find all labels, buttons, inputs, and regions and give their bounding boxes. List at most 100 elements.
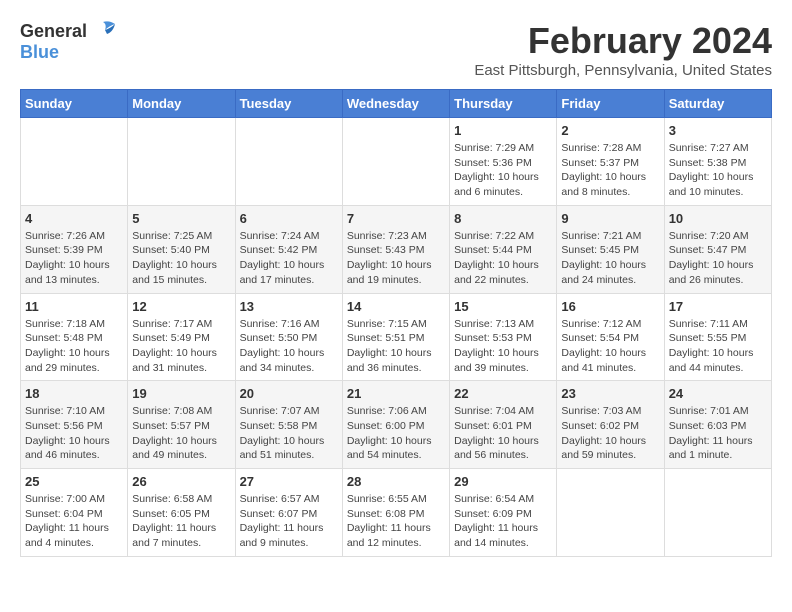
calendar-cell: 10 Sunrise: 7:20 AM Sunset: 5:47 PM Dayli… bbox=[664, 205, 771, 293]
day-number: 12 bbox=[132, 299, 230, 314]
calendar-cell: 3 Sunrise: 7:27 AM Sunset: 5:38 PM Daylig… bbox=[664, 118, 771, 206]
day-info: Sunrise: 7:23 AM Sunset: 5:43 PM Dayligh… bbox=[347, 229, 445, 288]
day-info: Sunrise: 7:11 AM Sunset: 5:55 PM Dayligh… bbox=[669, 317, 767, 376]
calendar-cell: 14 Sunrise: 7:15 AM Sunset: 5:51 PM Dayli… bbox=[342, 293, 449, 381]
calendar-cell: 25 Sunrise: 7:00 AM Sunset: 6:04 PM Dayli… bbox=[21, 469, 128, 557]
day-info: Sunrise: 7:27 AM Sunset: 5:38 PM Dayligh… bbox=[669, 141, 767, 200]
calendar-week-row: 1 Sunrise: 7:29 AM Sunset: 5:36 PM Daylig… bbox=[21, 118, 772, 206]
day-number: 26 bbox=[132, 474, 230, 489]
day-number: 13 bbox=[240, 299, 338, 314]
day-info: Sunrise: 7:00 AM Sunset: 6:04 PM Dayligh… bbox=[25, 492, 123, 551]
day-info: Sunrise: 7:06 AM Sunset: 6:00 PM Dayligh… bbox=[347, 404, 445, 463]
day-number: 24 bbox=[669, 386, 767, 401]
day-number: 10 bbox=[669, 211, 767, 226]
day-number: 22 bbox=[454, 386, 552, 401]
day-info: Sunrise: 7:26 AM Sunset: 5:39 PM Dayligh… bbox=[25, 229, 123, 288]
day-info: Sunrise: 6:57 AM Sunset: 6:07 PM Dayligh… bbox=[240, 492, 338, 551]
day-number: 4 bbox=[25, 211, 123, 226]
day-info: Sunrise: 7:18 AM Sunset: 5:48 PM Dayligh… bbox=[25, 317, 123, 376]
calendar-cell: 20 Sunrise: 7:07 AM Sunset: 5:58 PM Dayli… bbox=[235, 381, 342, 469]
logo-bird-icon bbox=[89, 20, 117, 42]
calendar-cell: 12 Sunrise: 7:17 AM Sunset: 5:49 PM Dayli… bbox=[128, 293, 235, 381]
day-info: Sunrise: 7:24 AM Sunset: 5:42 PM Dayligh… bbox=[240, 229, 338, 288]
location-title: East Pittsburgh, Pennsylvania, United St… bbox=[474, 62, 772, 79]
calendar-cell: 9 Sunrise: 7:21 AM Sunset: 5:45 PM Daylig… bbox=[557, 205, 664, 293]
calendar-cell: 11Sunrise: 7:18 AM Sunset: 5:48 PM Dayli… bbox=[21, 293, 128, 381]
logo-general-text: General bbox=[20, 21, 87, 42]
calendar-cell: 7 Sunrise: 7:23 AM Sunset: 5:43 PM Daylig… bbox=[342, 205, 449, 293]
day-info: Sunrise: 7:08 AM Sunset: 5:57 PM Dayligh… bbox=[132, 404, 230, 463]
calendar-cell: 1 Sunrise: 7:29 AM Sunset: 5:36 PM Daylig… bbox=[450, 118, 557, 206]
weekday-header-saturday: Saturday bbox=[664, 90, 771, 118]
day-number: 2 bbox=[561, 123, 659, 138]
day-info: Sunrise: 7:10 AM Sunset: 5:56 PM Dayligh… bbox=[25, 404, 123, 463]
day-info: Sunrise: 7:25 AM Sunset: 5:40 PM Dayligh… bbox=[132, 229, 230, 288]
day-info: Sunrise: 7:28 AM Sunset: 5:37 PM Dayligh… bbox=[561, 141, 659, 200]
day-info: Sunrise: 6:54 AM Sunset: 6:09 PM Dayligh… bbox=[454, 492, 552, 551]
day-info: Sunrise: 7:15 AM Sunset: 5:51 PM Dayligh… bbox=[347, 317, 445, 376]
day-number: 16 bbox=[561, 299, 659, 314]
calendar-week-row: 4 Sunrise: 7:26 AM Sunset: 5:39 PM Daylig… bbox=[21, 205, 772, 293]
day-number: 21 bbox=[347, 386, 445, 401]
weekday-header-sunday: Sunday bbox=[21, 90, 128, 118]
calendar-cell: 28 Sunrise: 6:55 AM Sunset: 6:08 PM Dayli… bbox=[342, 469, 449, 557]
weekday-header-thursday: Thursday bbox=[450, 90, 557, 118]
calendar-table: SundayMondayTuesdayWednesdayThursdayFrid… bbox=[20, 89, 772, 557]
day-number: 3 bbox=[669, 123, 767, 138]
day-number: 25 bbox=[25, 474, 123, 489]
calendar-cell: 16 Sunrise: 7:12 AM Sunset: 5:54 PM Dayli… bbox=[557, 293, 664, 381]
calendar-cell: 29 Sunrise: 6:54 AM Sunset: 6:09 PM Dayli… bbox=[450, 469, 557, 557]
calendar-cell: 8 Sunrise: 7:22 AM Sunset: 5:44 PM Daylig… bbox=[450, 205, 557, 293]
day-number: 19 bbox=[132, 386, 230, 401]
day-info: Sunrise: 7:04 AM Sunset: 6:01 PM Dayligh… bbox=[454, 404, 552, 463]
calendar-cell: 26 Sunrise: 6:58 AM Sunset: 6:05 PM Dayli… bbox=[128, 469, 235, 557]
weekday-header-row: SundayMondayTuesdayWednesdayThursdayFrid… bbox=[21, 90, 772, 118]
day-info: Sunrise: 7:12 AM Sunset: 5:54 PM Dayligh… bbox=[561, 317, 659, 376]
day-number: 29 bbox=[454, 474, 552, 489]
day-info: Sunrise: 6:55 AM Sunset: 6:08 PM Dayligh… bbox=[347, 492, 445, 551]
calendar-week-row: 18 Sunrise: 7:10 AM Sunset: 5:56 PM Dayli… bbox=[21, 381, 772, 469]
calendar-cell: 27Sunrise: 6:57 AM Sunset: 6:07 PM Dayli… bbox=[235, 469, 342, 557]
calendar-cell: 4 Sunrise: 7:26 AM Sunset: 5:39 PM Daylig… bbox=[21, 205, 128, 293]
calendar-cell: 13 Sunrise: 7:16 AM Sunset: 5:50 PM Dayli… bbox=[235, 293, 342, 381]
day-number: 5 bbox=[132, 211, 230, 226]
day-info: Sunrise: 7:07 AM Sunset: 5:58 PM Dayligh… bbox=[240, 404, 338, 463]
day-info: Sunrise: 7:22 AM Sunset: 5:44 PM Dayligh… bbox=[454, 229, 552, 288]
weekday-header-wednesday: Wednesday bbox=[342, 90, 449, 118]
day-number: 9 bbox=[561, 211, 659, 226]
day-number: 14 bbox=[347, 299, 445, 314]
calendar-cell: 6Sunrise: 7:24 AM Sunset: 5:42 PM Daylig… bbox=[235, 205, 342, 293]
logo-blue-text: Blue bbox=[20, 42, 59, 63]
calendar-week-row: 11Sunrise: 7:18 AM Sunset: 5:48 PM Dayli… bbox=[21, 293, 772, 381]
calendar-cell bbox=[664, 469, 771, 557]
calendar-cell: 17Sunrise: 7:11 AM Sunset: 5:55 PM Dayli… bbox=[664, 293, 771, 381]
day-number: 1 bbox=[454, 123, 552, 138]
calendar-cell: 18 Sunrise: 7:10 AM Sunset: 5:56 PM Dayli… bbox=[21, 381, 128, 469]
day-number: 23 bbox=[561, 386, 659, 401]
day-info: Sunrise: 7:13 AM Sunset: 5:53 PM Dayligh… bbox=[454, 317, 552, 376]
title-section: February 2024 East Pittsburgh, Pennsylva… bbox=[474, 20, 772, 79]
day-info: Sunrise: 6:58 AM Sunset: 6:05 PM Dayligh… bbox=[132, 492, 230, 551]
calendar-cell bbox=[235, 118, 342, 206]
calendar-week-row: 25 Sunrise: 7:00 AM Sunset: 6:04 PM Dayli… bbox=[21, 469, 772, 557]
day-info: Sunrise: 7:16 AM Sunset: 5:50 PM Dayligh… bbox=[240, 317, 338, 376]
logo: General Blue bbox=[20, 20, 117, 63]
calendar-cell bbox=[128, 118, 235, 206]
header: General Blue February 2024 East Pittsbur… bbox=[20, 20, 772, 79]
day-info: Sunrise: 7:21 AM Sunset: 5:45 PM Dayligh… bbox=[561, 229, 659, 288]
day-info: Sunrise: 7:01 AM Sunset: 6:03 PM Dayligh… bbox=[669, 404, 767, 463]
weekday-header-monday: Monday bbox=[128, 90, 235, 118]
calendar-cell: 15Sunrise: 7:13 AM Sunset: 5:53 PM Dayli… bbox=[450, 293, 557, 381]
day-number: 8 bbox=[454, 211, 552, 226]
calendar-cell: 24 Sunrise: 7:01 AM Sunset: 6:03 PM Dayli… bbox=[664, 381, 771, 469]
calendar-cell bbox=[21, 118, 128, 206]
day-number: 20 bbox=[240, 386, 338, 401]
day-info: Sunrise: 7:17 AM Sunset: 5:49 PM Dayligh… bbox=[132, 317, 230, 376]
day-number: 18 bbox=[25, 386, 123, 401]
day-number: 7 bbox=[347, 211, 445, 226]
day-info: Sunrise: 7:20 AM Sunset: 5:47 PM Dayligh… bbox=[669, 229, 767, 288]
calendar-cell bbox=[557, 469, 664, 557]
day-info: Sunrise: 7:29 AM Sunset: 5:36 PM Dayligh… bbox=[454, 141, 552, 200]
weekday-header-friday: Friday bbox=[557, 90, 664, 118]
day-number: 28 bbox=[347, 474, 445, 489]
